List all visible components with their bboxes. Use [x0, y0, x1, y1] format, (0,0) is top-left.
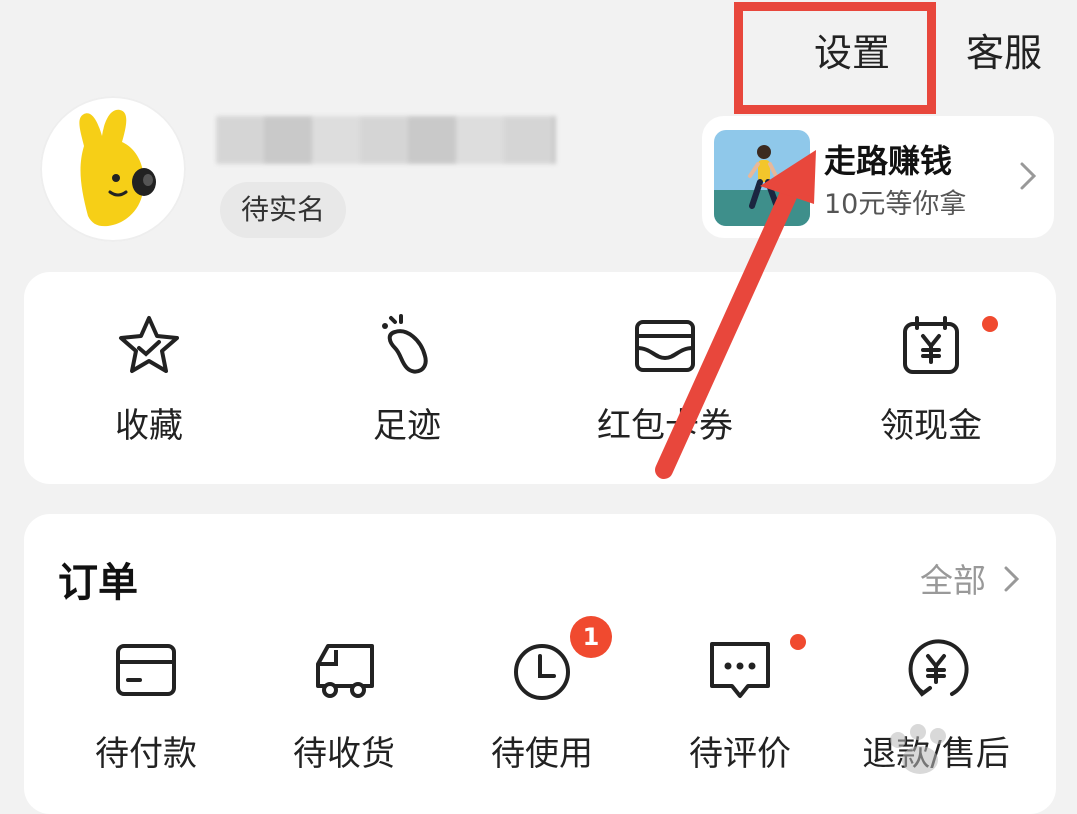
paw-watermark-icon [890, 724, 946, 774]
annotation-arrow [655, 150, 816, 479]
